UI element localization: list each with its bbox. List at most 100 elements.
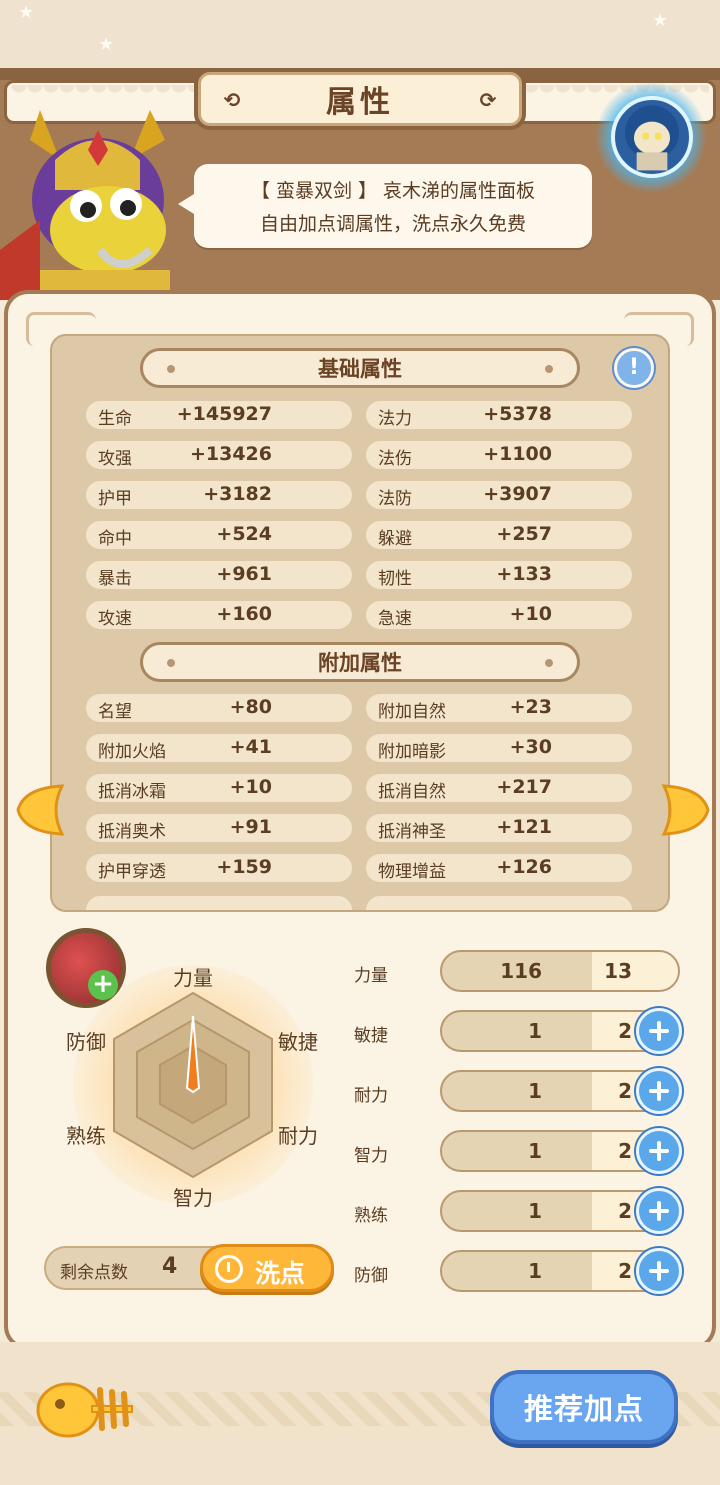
- reset-points-button[interactable]: 洗点: [200, 1244, 334, 1292]
- stat-row: 攻速 +160: [86, 601, 352, 629]
- attribute-label: 智力: [354, 1146, 388, 1166]
- remaining-points-value: 4: [162, 1254, 178, 1279]
- attribute-base-value: 1: [528, 1259, 542, 1283]
- attribute-label: 耐力: [354, 1086, 388, 1106]
- stat-value: +10: [229, 776, 272, 798]
- basic-section-header: 基础属性: [140, 348, 580, 388]
- stat-value: +3182: [203, 483, 272, 505]
- stat-value: +41: [229, 736, 272, 758]
- page-title: 属性: [326, 85, 394, 120]
- stat-name: 暴击: [98, 569, 132, 589]
- extra-section-title: 附加属性: [318, 651, 402, 675]
- stat-row: 抵消自然 +217: [366, 774, 632, 802]
- stat-row-partial: [86, 896, 352, 910]
- reset-points-label: 洗点: [255, 1259, 306, 1288]
- stat-name: 物理增益: [378, 862, 446, 882]
- stat-name: 法伤: [378, 449, 412, 469]
- attribute-added-value: 13: [604, 959, 632, 983]
- stat-value: +257: [496, 523, 552, 545]
- stat-name: 法力: [378, 409, 412, 429]
- stat-row: 护甲穿透 +159: [86, 854, 352, 882]
- stat-value: +121: [496, 816, 552, 838]
- prev-hero-arrow[interactable]: [14, 782, 66, 838]
- remaining-points-label: 剩余点数: [60, 1263, 128, 1283]
- stat-value: +133: [496, 563, 552, 585]
- radar-label-stamina: 耐力: [278, 1124, 318, 1148]
- stat-name: 抵消神圣: [378, 822, 446, 842]
- stat-row: 法力 +5378: [366, 401, 632, 429]
- attribute-label: 敏捷: [354, 1026, 388, 1046]
- top-sky: ★ ★ ★: [0, 0, 720, 74]
- stat-name: 生命: [98, 409, 132, 429]
- attribute-value-bar: 116 13: [440, 950, 680, 992]
- stat-row: 附加火焰 +41: [86, 734, 352, 762]
- stat-name: 附加火焰: [98, 742, 166, 762]
- next-hero-arrow[interactable]: [660, 782, 712, 838]
- stat-row: 抵消奥术 +91: [86, 814, 352, 842]
- stat-row: 法伤 +1100: [366, 441, 632, 469]
- stat-value: +1100: [483, 443, 552, 465]
- stat-row: 生命 +145927: [86, 401, 352, 429]
- add-point-button[interactable]: [636, 1068, 682, 1114]
- stat-row: 韧性 +133: [366, 561, 632, 589]
- stat-row: 抵消冰霜 +10: [86, 774, 352, 802]
- attribute-base-value: 116: [500, 959, 542, 983]
- swirl-icon: ⟳: [479, 88, 497, 112]
- stat-value: +10: [509, 603, 552, 625]
- title-plate: ⟲ 属性 ⟳: [194, 68, 526, 130]
- add-point-button[interactable]: [636, 1008, 682, 1054]
- stat-value: +217: [496, 776, 552, 798]
- header-dot: [545, 659, 553, 667]
- stat-row: 护甲 +3182: [86, 481, 352, 509]
- stat-value: +91: [229, 816, 272, 838]
- stat-name: 急速: [378, 609, 412, 629]
- stat-name: 攻速: [98, 609, 132, 629]
- stat-value: +159: [216, 856, 272, 878]
- fishbone-icon[interactable]: [36, 1372, 140, 1444]
- stat-row: 命中 +524: [86, 521, 352, 549]
- swirl-icon: ⟲: [223, 88, 241, 112]
- bubble-line-1: 【 蛮暴双剑 】 哀木涕的属性面板: [250, 180, 536, 202]
- pet-avatar[interactable]: [611, 96, 693, 178]
- add-point-button[interactable]: [636, 1188, 682, 1234]
- stat-value: +160: [216, 603, 272, 625]
- recommend-points-button[interactable]: 推荐加点: [490, 1370, 678, 1444]
- info-button[interactable]: !: [614, 348, 654, 388]
- add-point-button[interactable]: [636, 1128, 682, 1174]
- recommend-points-label: 推荐加点: [523, 1392, 644, 1426]
- stat-value: +524: [216, 523, 272, 545]
- stat-value: +961: [216, 563, 272, 585]
- attribute-base-value: 1: [528, 1019, 542, 1043]
- stat-value: +126: [496, 856, 552, 878]
- stat-name: 命中: [98, 529, 132, 549]
- stat-row: 急速 +10: [366, 601, 632, 629]
- radar-label-mastery: 熟练: [66, 1124, 106, 1148]
- attribute-radar: 力量 敏捷 耐力 智力 熟练 防御: [56, 960, 346, 1210]
- add-point-button[interactable]: [636, 1248, 682, 1294]
- stat-name: 名望: [98, 702, 132, 722]
- stat-row: 躲避 +257: [366, 521, 632, 549]
- stat-row-partial: [366, 896, 632, 910]
- star-decoration: ★: [98, 34, 115, 55]
- stat-value: +145927: [176, 403, 272, 425]
- stat-name: 抵消冰霜: [98, 782, 166, 802]
- stat-row: 附加自然 +23: [366, 694, 632, 722]
- stat-row: 名望 +80: [86, 694, 352, 722]
- stat-name: 护甲穿透: [98, 862, 166, 882]
- stat-value: +3907: [483, 483, 552, 505]
- stat-value: +13426: [189, 443, 272, 465]
- stat-name: 躲避: [378, 529, 412, 549]
- stat-row: 附加暗影 +30: [366, 734, 632, 762]
- attribute-label: 防御: [354, 1266, 388, 1286]
- basic-section-title: 基础属性: [318, 357, 402, 381]
- hero-portrait: [0, 110, 170, 300]
- stat-name: 韧性: [378, 569, 412, 589]
- attribute-screen: ★ ★ ★ ⟲ 属性 ⟳ 【 蛮暴双剑 】 哀木涕的属性面板 自由加点调属性，洗…: [0, 0, 720, 1485]
- extra-section-header: 附加属性: [140, 642, 580, 682]
- attribute-label: 力量: [354, 966, 388, 986]
- radar-label-intellect: 智力: [173, 1186, 213, 1210]
- stat-name: 附加暗影: [378, 742, 446, 762]
- stat-value: +80: [229, 696, 272, 718]
- stat-row: 暴击 +961: [86, 561, 352, 589]
- attribute-base-value: 1: [528, 1199, 542, 1223]
